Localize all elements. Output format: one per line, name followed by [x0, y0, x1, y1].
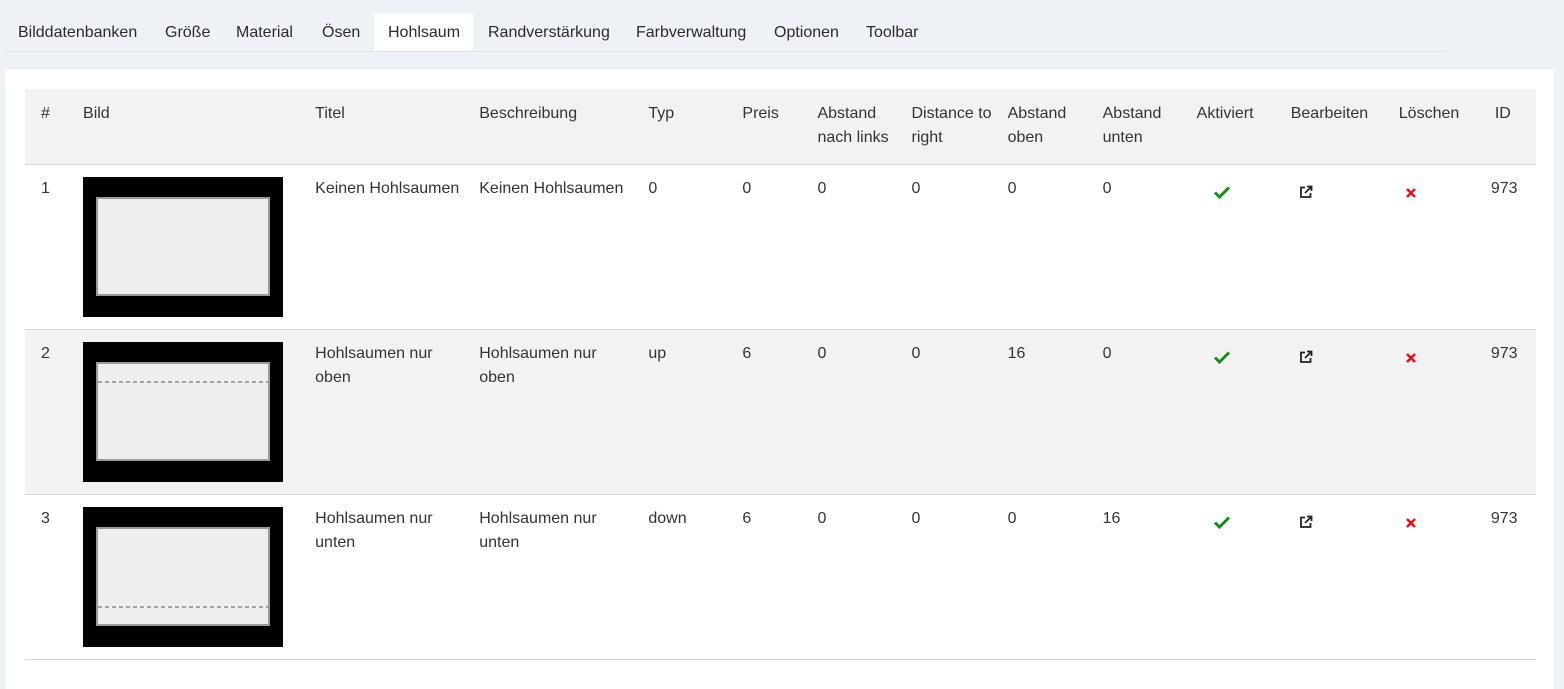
cell-description: Keinen Hohlsaumen — [479, 180, 624, 197]
hem-table: # Bild Titel Beschreibung Typ Preis Abst… — [25, 89, 1536, 660]
tab-farbverwaltung[interactable]: Farbverwaltung — [622, 14, 760, 51]
cell-delete — [1383, 495, 1479, 660]
cell-bottom: 16 — [1102, 510, 1121, 527]
cell-active — [1181, 165, 1275, 330]
cell-top: 0 — [1007, 180, 1017, 197]
cell-image — [67, 329, 300, 495]
cell-active — [1180, 329, 1275, 495]
cell-num: 1 — [41, 180, 50, 197]
cell-type: down — [648, 510, 687, 527]
table-header-row: # Bild Titel Beschreibung Typ Preis Abst… — [25, 89, 1536, 165]
table-row: 2 Hohlsaumen nur oben Hohlsaumen nur oben u… — [25, 329, 1536, 495]
cell-price: 0 — [742, 180, 752, 197]
cell-top: 16 — [991, 329, 1087, 495]
cell-image — [67, 495, 299, 660]
col-header-image: Bild — [67, 89, 300, 165]
col-header-active: Aktiviert — [1180, 89, 1275, 165]
cell-title: Hohlsaumen nur oben — [299, 329, 464, 495]
col-header-left: Abstand nach links — [801, 89, 896, 165]
col-header-id: ID — [1478, 89, 1536, 165]
tab-bar: Bilddatenbanken Größe Material Ösen Hohl… — [4, 14, 1446, 52]
close-icon[interactable] — [1405, 183, 1417, 207]
check-icon — [1213, 513, 1231, 537]
col-header-description: Beschreibung — [463, 89, 633, 165]
external-link-icon[interactable] — [1299, 183, 1313, 207]
hem-preview-image — [83, 177, 284, 317]
cell-type: up — [632, 329, 727, 495]
cell-title: Keinen Hohlsaumen — [315, 180, 460, 197]
cell-title: Hohlsaumen nur unten — [315, 510, 433, 551]
col-header-top: Abstand oben — [991, 89, 1087, 165]
cell-edit — [1275, 165, 1383, 330]
cell-price: 6 — [742, 510, 752, 527]
cell-left: 0 — [817, 180, 827, 197]
tab-randverstaerkung[interactable]: Randverstärkung — [474, 14, 624, 51]
content-panel: # Bild Titel Beschreibung Typ Preis Abst… — [5, 69, 1554, 689]
tab-groesse[interactable]: Größe — [151, 14, 224, 51]
tab-bilddatenbanken[interactable]: Bilddatenbanken — [4, 14, 151, 51]
cell-bottom: 0 — [1102, 180, 1112, 197]
cell-image — [67, 165, 299, 330]
col-header-edit: Bearbeiten — [1274, 89, 1383, 165]
close-icon[interactable] — [1405, 513, 1417, 537]
cell-type: 0 — [648, 180, 658, 197]
table-row: 1 Keinen Hohlsaumen Keinen Hohlsaumen 0 0 0 0 0… — [25, 165, 1536, 330]
close-icon[interactable] — [1405, 348, 1417, 372]
check-icon — [1213, 348, 1231, 372]
cell-price: 6 — [726, 329, 802, 495]
cell-bottom: 0 — [1086, 329, 1181, 495]
external-link-icon[interactable] — [1299, 513, 1313, 537]
cell-id: 973 — [1478, 329, 1536, 495]
cell-left: 0 — [817, 510, 827, 527]
col-header-delete: Löschen — [1382, 89, 1479, 165]
cell-right: 0 — [895, 329, 992, 495]
cell-left: 0 — [801, 329, 896, 495]
cell-edit — [1275, 495, 1383, 660]
tab-hohlsaum[interactable]: Hohlsaum — [374, 14, 473, 51]
col-header-num: # — [25, 89, 68, 165]
cell-delete — [1383, 165, 1479, 330]
check-icon — [1213, 183, 1231, 207]
tab-material[interactable]: Material — [222, 14, 307, 51]
tab-oesen[interactable]: Ösen — [308, 14, 374, 51]
cell-delete — [1382, 329, 1479, 495]
col-header-bottom: Abstand unten — [1086, 89, 1181, 165]
external-link-icon[interactable] — [1299, 348, 1313, 372]
cell-num: 2 — [25, 329, 68, 495]
hem-preview-image — [83, 507, 284, 647]
col-header-title: Titel — [299, 89, 464, 165]
col-header-type: Typ — [632, 89, 727, 165]
cell-right: 0 — [911, 510, 921, 527]
col-header-right: Distance to right — [895, 89, 992, 165]
cell-active — [1181, 495, 1275, 660]
cell-id: 973 — [1490, 510, 1518, 527]
cell-right: 0 — [911, 180, 921, 197]
cell-id: 973 — [1490, 180, 1518, 197]
hem-preview-image — [83, 342, 284, 482]
cell-description: Hohlsaumen nur unten — [479, 510, 597, 551]
cell-num: 3 — [41, 510, 50, 527]
tab-toolbar[interactable]: Toolbar — [852, 14, 932, 51]
col-header-price: Preis — [726, 89, 802, 165]
tab-optionen[interactable]: Optionen — [760, 14, 853, 51]
cell-edit — [1274, 329, 1383, 495]
cell-top: 0 — [1007, 510, 1017, 527]
table-row: 3 Hohlsaumen nur unten Hohlsaumen nur unte… — [25, 495, 1536, 660]
cell-description: Hohlsaumen nur oben — [463, 329, 633, 495]
